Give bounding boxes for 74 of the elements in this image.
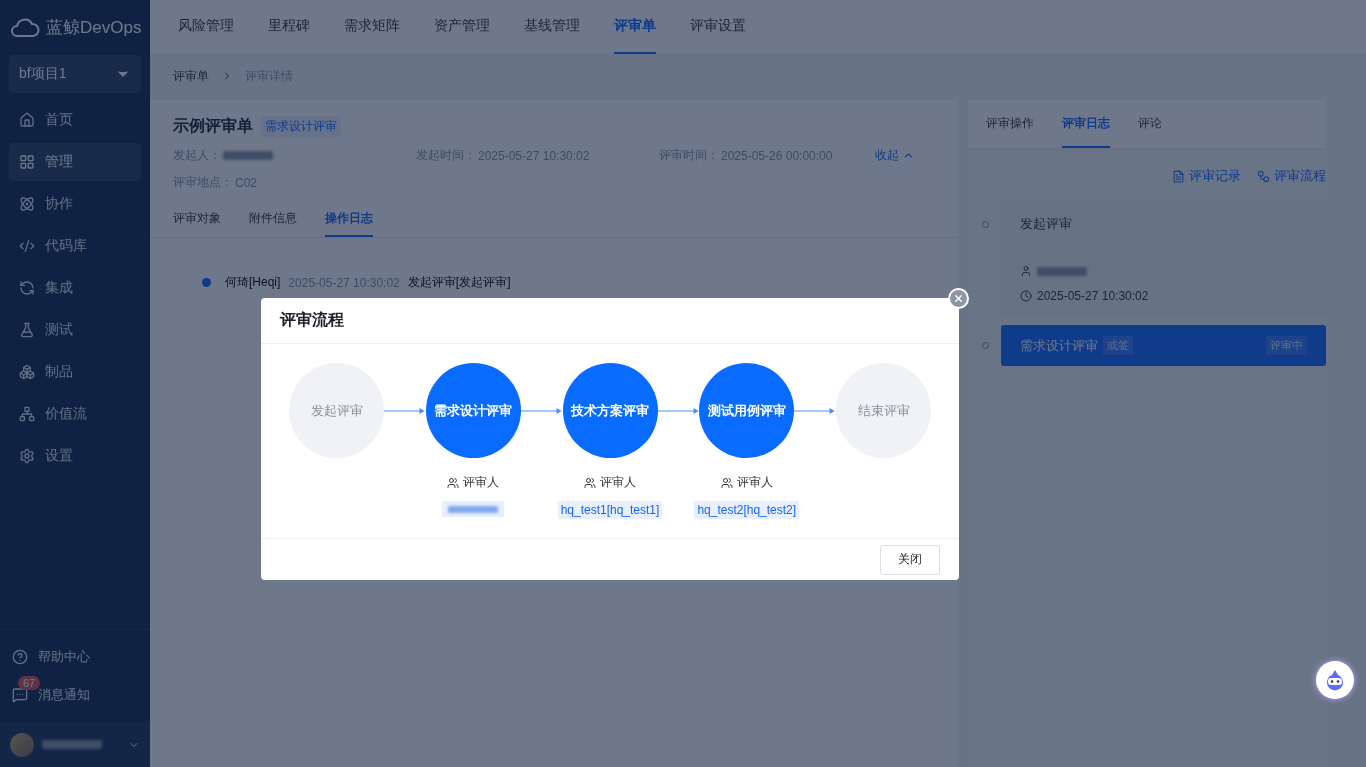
users-icon — [720, 476, 733, 489]
close-dialog-button[interactable]: 关闭 — [880, 544, 940, 575]
sidebar-item[interactable]: 代码库 — [9, 227, 141, 265]
reviewer-chip: hq_test1[hq_test1] — [557, 501, 663, 519]
sidebar-link[interactable]: 消息通知 67 — [0, 676, 150, 714]
flow-node: 需求设计评审 — [425, 363, 521, 458]
flask-icon — [19, 322, 35, 338]
help-icon — [12, 649, 28, 665]
sidebar-item[interactable]: 首页 — [9, 101, 141, 139]
clock-icon — [1020, 290, 1032, 302]
log-user: 何琦[Heqi] — [225, 274, 281, 291]
nav-tab[interactable]: 评审单 — [614, 0, 656, 54]
arrow-icon — [384, 407, 426, 415]
boxes-icon — [19, 364, 35, 380]
timeline-dot — [202, 278, 211, 287]
reviewer-label: 评审人 — [720, 474, 773, 491]
nav-tab[interactable]: 资产管理 — [434, 0, 490, 54]
flow-node: 技术方案评审 — [562, 363, 658, 458]
step-title: 发起评审 — [1020, 215, 1072, 233]
document-icon — [1172, 169, 1185, 183]
reviewer-label: 评审人 — [447, 474, 500, 491]
reviewer-chip: hq_test2[hq_test2] — [694, 501, 800, 519]
arrow-icon — [657, 407, 700, 415]
sidebar-item[interactable]: 集成 — [9, 269, 141, 307]
project-select[interactable]: bf项目1 — [9, 55, 141, 93]
reviewer-label: 评审人 — [584, 474, 636, 491]
users-icon — [584, 476, 596, 489]
collapse-link[interactable]: 收起 — [875, 147, 935, 164]
tab[interactable]: 附件信息 — [249, 201, 297, 237]
arrow-icon — [794, 407, 836, 415]
dialog-title: 评审流程 — [280, 310, 344, 330]
code-icon — [19, 238, 35, 254]
log-action: 发起评审[发起评审] — [407, 274, 511, 291]
panel-link[interactable]: 评审记录 — [1172, 167, 1241, 185]
sidebar-link[interactable]: 帮助中心 — [0, 638, 150, 676]
flow-icon — [1257, 169, 1270, 183]
sidebar-item[interactable]: 管理 — [9, 143, 141, 181]
cycle-icon — [19, 280, 35, 296]
breadcrumb-link[interactable]: 评审单 — [173, 67, 209, 85]
tab[interactable]: 评论 — [1138, 100, 1162, 148]
user-icon — [1020, 265, 1032, 277]
nav-tab[interactable]: 风险管理 — [178, 0, 234, 54]
cloud-logo-icon — [10, 17, 40, 38]
step-time: 2025-05-27 10:30:02 — [1037, 289, 1149, 303]
tab[interactable]: 评审操作 — [986, 100, 1034, 148]
brand-name: 蓝鲸DevOps — [46, 17, 142, 39]
message-icon — [12, 687, 28, 703]
nav-tab[interactable]: 里程碑 — [268, 0, 310, 54]
flow-node: 结束评审 — [836, 363, 931, 458]
nav-tab[interactable]: 基线管理 — [524, 0, 580, 54]
flow-node: 测试用例评审 — [699, 363, 795, 458]
nav-tab[interactable]: 需求矩阵 — [344, 0, 400, 54]
sidebar-item[interactable]: 设置 — [9, 437, 141, 475]
settings-icon — [19, 448, 35, 464]
close-icon — [953, 293, 964, 304]
nav-tab[interactable]: 评审设置 — [690, 0, 746, 54]
review-title: 示例评审单 — [173, 116, 253, 136]
network-icon — [19, 406, 35, 422]
grid-icon — [19, 154, 35, 170]
flow-node: 发起评审 — [289, 363, 384, 458]
tab[interactable]: 操作日志 — [325, 201, 373, 237]
sidebar-item[interactable]: 测试 — [9, 311, 141, 349]
panel-link[interactable]: 评审流程 — [1257, 167, 1326, 185]
tab[interactable]: 评审对象 — [173, 201, 221, 237]
sidebar-item[interactable]: 协作 — [9, 185, 141, 223]
users-icon — [447, 476, 460, 489]
home-icon — [19, 112, 35, 128]
atom-icon — [19, 196, 35, 212]
sidebar-item[interactable]: 制品 — [9, 353, 141, 391]
step-title: 需求设计评审 — [1020, 336, 1098, 355]
type-tag: 需求设计评审 — [261, 116, 341, 137]
sidebar-item[interactable]: 价值流 — [9, 395, 141, 433]
arrow-icon — [520, 407, 563, 415]
count-badge: 67 — [18, 676, 41, 690]
